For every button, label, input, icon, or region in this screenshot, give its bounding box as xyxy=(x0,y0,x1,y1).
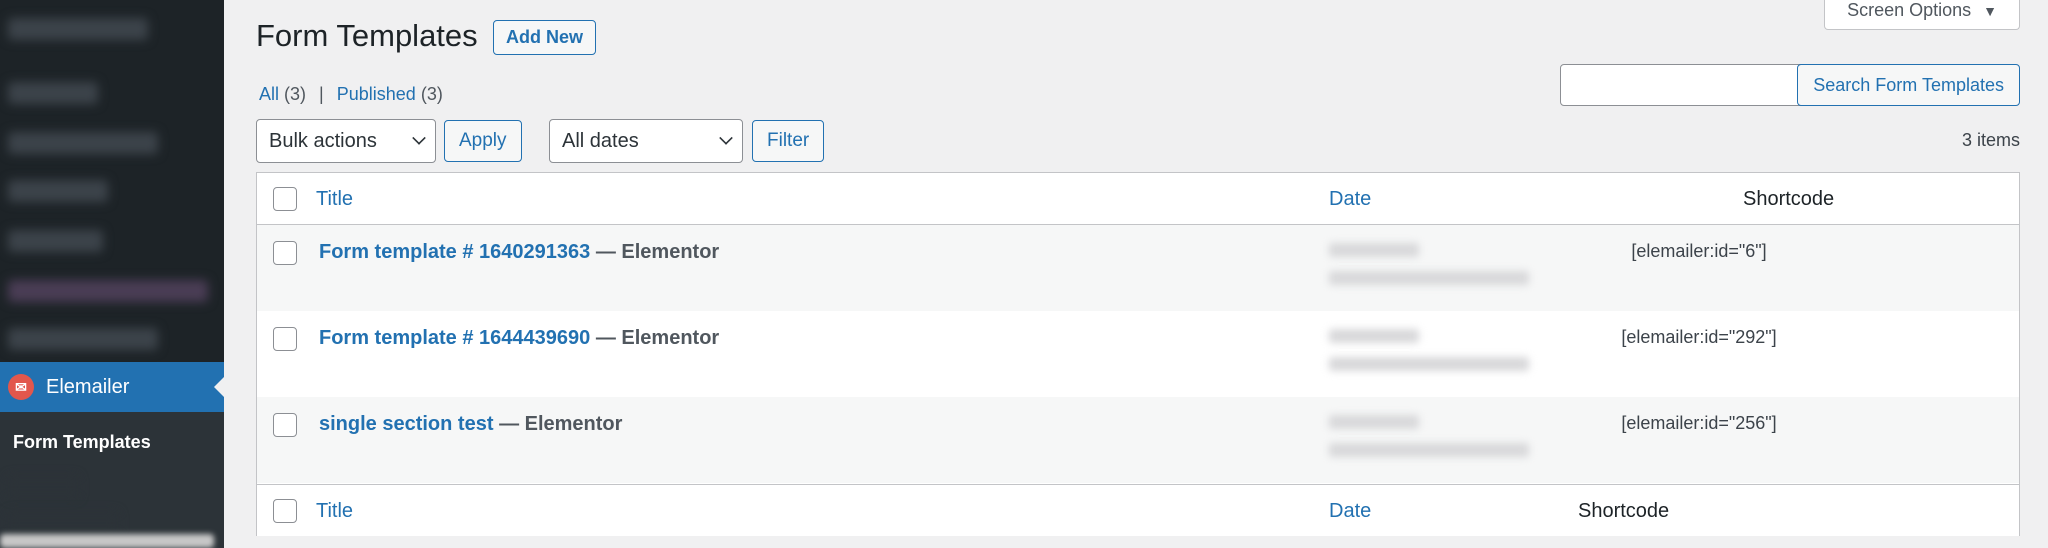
row-title-cell: Form template # 1644439690 — Elementor xyxy=(319,327,719,350)
row-post-state: — Elementor xyxy=(595,241,720,263)
shortcode-cell: [elemailer:id="6"] xyxy=(1631,241,1767,261)
sidebar-item-blurred[interactable] xyxy=(8,328,158,350)
row-title-link[interactable]: Form template # 1640291363 xyxy=(319,241,590,263)
table-row: Form template # 1644439690 — Elementor [… xyxy=(257,311,2019,397)
row-post-state: — Elementor xyxy=(595,327,720,349)
row-checkbox[interactable] xyxy=(273,413,297,437)
view-filters: All (3) | Published (3) xyxy=(259,84,443,105)
select-all-checkbox[interactable] xyxy=(273,499,297,523)
column-shortcode-footer: Shortcode xyxy=(1578,500,1670,522)
add-new-button[interactable]: Add New xyxy=(493,20,597,55)
column-date-header[interactable]: Date xyxy=(1329,188,1371,211)
date-blurred xyxy=(1329,443,1529,457)
admin-sidebar: ✉ Elemailer Form Templates xyxy=(0,0,224,548)
row-title-cell: Form template # 1640291363 — Elementor xyxy=(319,241,719,264)
column-shortcode-header: Shortcode xyxy=(1743,188,1835,210)
form-templates-table: Title Date Shortcode Form template # 164… xyxy=(256,172,2020,536)
row-checkbox[interactable] xyxy=(273,327,297,351)
view-separator: | xyxy=(319,84,324,104)
sidebar-item-blurred[interactable] xyxy=(8,180,108,202)
submenu-item-form-templates[interactable]: Form Templates xyxy=(13,432,151,453)
table-footer: Title Date Shortcode xyxy=(257,484,2019,536)
table-row: Form template # 1640291363 — Elementor [… xyxy=(257,225,2019,311)
table-header: Title Date Shortcode xyxy=(257,173,2019,225)
shortcode-cell: [elemailer:id="256"] xyxy=(1621,413,1777,433)
sidebar-item-blurred[interactable] xyxy=(8,132,158,154)
elemailer-logo-icon: ✉ xyxy=(8,374,34,400)
date-filter-value: All dates xyxy=(562,129,639,152)
main-content: Screen Options ▼ Form Templates Add New … xyxy=(224,0,2048,548)
sidebar-item-blurred[interactable] xyxy=(8,82,98,104)
sidebar-item-blurred[interactable] xyxy=(8,230,103,252)
items-count: 3 items xyxy=(1961,130,2020,150)
view-all-count: (3) xyxy=(284,84,307,104)
bulk-actions-select[interactable]: Bulk actions xyxy=(256,119,436,163)
chevron-down-icon xyxy=(719,131,733,145)
row-checkbox[interactable] xyxy=(273,241,297,265)
row-post-state: — Elementor xyxy=(499,413,623,435)
sidebar-item-blurred[interactable] xyxy=(8,280,208,302)
submenu-item-blurred[interactable] xyxy=(8,476,78,498)
date-blurred xyxy=(1329,415,1419,429)
sidebar-submenu: Form Templates xyxy=(0,412,224,548)
view-published-link[interactable]: Published xyxy=(337,84,416,104)
sidebar-item-label: Elemailer xyxy=(46,375,130,398)
screen-options-label: Screen Options xyxy=(1847,0,1972,20)
row-title-cell: single section test — Elementor xyxy=(319,413,622,436)
column-date-footer[interactable]: Date xyxy=(1329,500,1371,523)
row-title-link[interactable]: single section test xyxy=(319,413,494,435)
date-blurred xyxy=(1329,329,1419,343)
search-button[interactable]: Search Form Templates xyxy=(1797,64,2020,106)
caret-down-icon: ▼ xyxy=(1983,2,1997,19)
date-blurred xyxy=(1329,271,1529,285)
date-filter-select[interactable]: All dates xyxy=(549,119,743,163)
apply-button[interactable]: Apply xyxy=(444,120,522,162)
sidebar-item-elemailer[interactable]: ✉ Elemailer xyxy=(0,362,224,412)
submenu-item-blurred[interactable] xyxy=(0,534,214,548)
table-row: single section test — Elementor [elemail… xyxy=(257,397,2019,483)
search-input[interactable] xyxy=(1560,64,1808,106)
shortcode-cell: [elemailer:id="292"] xyxy=(1621,327,1777,347)
filter-button[interactable]: Filter xyxy=(752,120,825,162)
submenu-item-blurred[interactable] xyxy=(8,512,118,534)
view-published-count: (3) xyxy=(420,84,443,104)
current-menu-arrow xyxy=(214,377,224,397)
column-title-header[interactable]: Title xyxy=(316,188,353,211)
sidebar-item-blurred[interactable] xyxy=(8,18,148,40)
date-blurred xyxy=(1329,357,1529,371)
chevron-down-icon xyxy=(412,131,426,145)
page-title: Form Templates xyxy=(256,18,478,53)
select-all-checkbox[interactable] xyxy=(273,187,297,211)
bulk-actions-value: Bulk actions xyxy=(269,129,377,152)
view-all-link[interactable]: All xyxy=(259,84,279,104)
screen-options-button[interactable]: Screen Options ▼ xyxy=(1824,0,2020,30)
date-blurred xyxy=(1329,243,1419,257)
row-title-link[interactable]: Form template # 1644439690 xyxy=(319,327,590,349)
column-title-footer[interactable]: Title xyxy=(316,500,353,523)
